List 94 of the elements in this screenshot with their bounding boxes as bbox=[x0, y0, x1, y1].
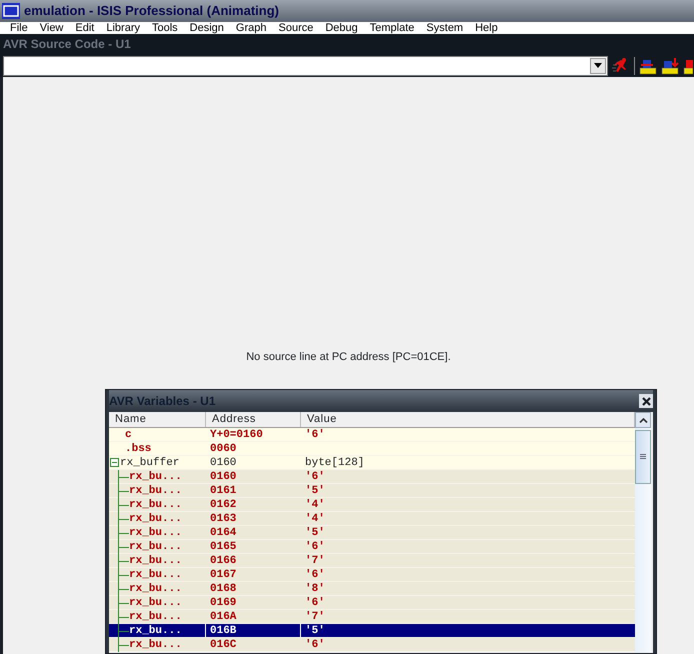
value-cell: '5' bbox=[305, 485, 325, 497]
window-title: emulation - ISIS Professional (Animating) bbox=[24, 2, 279, 20]
menu-item[interactable]: System bbox=[420, 22, 470, 34]
table-row[interactable]: rx_bu... 016B '5' bbox=[109, 624, 635, 638]
value-cell: '8' bbox=[305, 583, 325, 595]
name-cell: rx_bu... bbox=[129, 639, 182, 651]
value-cell: '5' bbox=[305, 625, 325, 637]
step-into-icon[interactable] bbox=[661, 56, 679, 74]
source-file-dropdown[interactable] bbox=[3, 56, 608, 76]
table-row[interactable]: rx_bu... 0167 '6' bbox=[109, 568, 635, 582]
table-row[interactable]: rx_bu... 016C '6' bbox=[109, 638, 635, 652]
grip-icon bbox=[640, 454, 646, 460]
name-cell: rx_bu... bbox=[129, 527, 182, 539]
address-cell-text: 0163 bbox=[209, 512, 238, 525]
scroll-up-button[interactable] bbox=[635, 412, 651, 428]
address-cell-text: 0164 bbox=[209, 526, 238, 539]
app-logo-icon bbox=[2, 3, 20, 19]
address-cell-text: 0165 bbox=[209, 540, 238, 553]
table-row[interactable]: .bss 0060 bbox=[109, 442, 635, 456]
close-button[interactable] bbox=[639, 394, 653, 408]
table-row[interactable]: rx_bu... 0165 '6' bbox=[109, 540, 635, 554]
menu-item[interactable]: Debug bbox=[319, 22, 364, 34]
scroll-thumb[interactable] bbox=[635, 430, 651, 484]
value-cell: '7' bbox=[305, 611, 325, 623]
scrollbar[interactable] bbox=[635, 412, 651, 653]
table-row[interactable]: rx_bu... 0166 '7' bbox=[109, 554, 635, 568]
table-row[interactable]: rx_bu... 0162 '4' bbox=[109, 498, 635, 512]
collapse-button[interactable] bbox=[110, 458, 119, 467]
value-cell: '6' bbox=[305, 639, 325, 651]
value-cell: '6' bbox=[305, 429, 325, 441]
address-cell-text: 016A bbox=[209, 610, 238, 623]
address-cell-text: 0168 bbox=[209, 582, 238, 595]
menu-item[interactable]: Design bbox=[184, 22, 230, 34]
menu-item[interactable]: Tools bbox=[146, 22, 184, 34]
address-cell-text: 0160 bbox=[209, 456, 238, 469]
name-cell: rx_bu... bbox=[129, 625, 182, 637]
table-row[interactable]: rx_bu... 0160 '6' bbox=[109, 470, 635, 484]
name-cell: rx_bu... bbox=[129, 541, 182, 553]
address-cell-text: Y+0=0160 bbox=[209, 428, 264, 441]
menu-item[interactable]: Source bbox=[272, 22, 320, 34]
name-cell: rx_bu... bbox=[129, 513, 182, 525]
menu-item[interactable]: Template bbox=[364, 22, 420, 34]
table-row[interactable]: rx_bu... 0169 '6' bbox=[109, 596, 635, 610]
address-cell-text: 0060 bbox=[209, 442, 238, 455]
table-row[interactable]: rx_bu... 0163 '4' bbox=[109, 512, 635, 526]
address-cell-text: 0160 bbox=[209, 470, 238, 483]
value-cell: '4' bbox=[305, 513, 325, 525]
table-row[interactable]: rx_bu... 0164 '5' bbox=[109, 526, 635, 540]
value-cell: '6' bbox=[305, 569, 325, 581]
menu-item[interactable]: Help bbox=[469, 22, 504, 34]
address-cell-text: 016C bbox=[209, 638, 238, 651]
chevron-up-icon bbox=[638, 418, 648, 422]
address-cell-text: 0162 bbox=[209, 498, 238, 511]
name-cell: rx_bu... bbox=[129, 569, 182, 581]
caret-icon bbox=[594, 63, 602, 68]
status-message: No source line at PC address [PC=01CE]. bbox=[246, 350, 451, 363]
panel-title: AVR Source Code - U1 bbox=[0, 34, 694, 54]
menu-item[interactable]: Library bbox=[100, 22, 146, 34]
address-cell: 016B bbox=[206, 624, 301, 637]
table-row[interactable]: c Y+0=0160 '6' bbox=[109, 428, 635, 442]
menu-item[interactable]: Graph bbox=[230, 22, 272, 34]
name-cell: rx_bu... bbox=[129, 611, 182, 623]
column-header[interactable]: Name bbox=[109, 412, 206, 427]
name-cell: rx_buffer bbox=[120, 457, 180, 469]
column-header[interactable]: Address bbox=[206, 412, 301, 427]
table-row[interactable]: rx_bu... 016A '7' bbox=[109, 610, 635, 624]
address-cell-text: 0161 bbox=[209, 484, 238, 497]
menu-item[interactable]: File bbox=[4, 22, 34, 34]
window-title: AVR Variables - U1 bbox=[109, 393, 216, 410]
table-row[interactable]: rx_bu... 0161 '5' bbox=[109, 484, 635, 498]
name-cell: rx_bu... bbox=[129, 555, 182, 567]
value-cell: '6' bbox=[305, 541, 325, 553]
value-cell: '4' bbox=[305, 499, 325, 511]
menu-item[interactable]: View bbox=[34, 22, 70, 34]
minus-icon bbox=[112, 462, 117, 463]
value-cell: '7' bbox=[305, 555, 325, 567]
table-row[interactable]: rx_buffer 0160 byte[128] bbox=[109, 456, 635, 470]
address-cell-text: 0167 bbox=[209, 568, 238, 581]
name-cell: c bbox=[125, 429, 132, 441]
value-cell: '5' bbox=[305, 527, 325, 539]
close-icon bbox=[642, 396, 650, 406]
name-cell: rx_bu... bbox=[129, 499, 182, 511]
menu-item[interactable]: Edit bbox=[69, 22, 100, 34]
name-cell: rx_bu... bbox=[129, 471, 182, 483]
name-cell: rx_bu... bbox=[129, 485, 182, 497]
name-cell: .bss bbox=[125, 443, 152, 455]
name-cell: rx_bu... bbox=[129, 597, 182, 609]
address-cell-text: 0169 bbox=[209, 596, 238, 609]
address-cell-text: 0166 bbox=[209, 554, 238, 567]
name-cell: rx_bu... bbox=[129, 583, 182, 595]
value-cell: '6' bbox=[305, 471, 325, 483]
table-row[interactable]: rx_bu... 0168 '8' bbox=[109, 582, 635, 596]
value-cell: '6' bbox=[305, 597, 325, 609]
value-cell: byte[128] bbox=[305, 457, 364, 469]
